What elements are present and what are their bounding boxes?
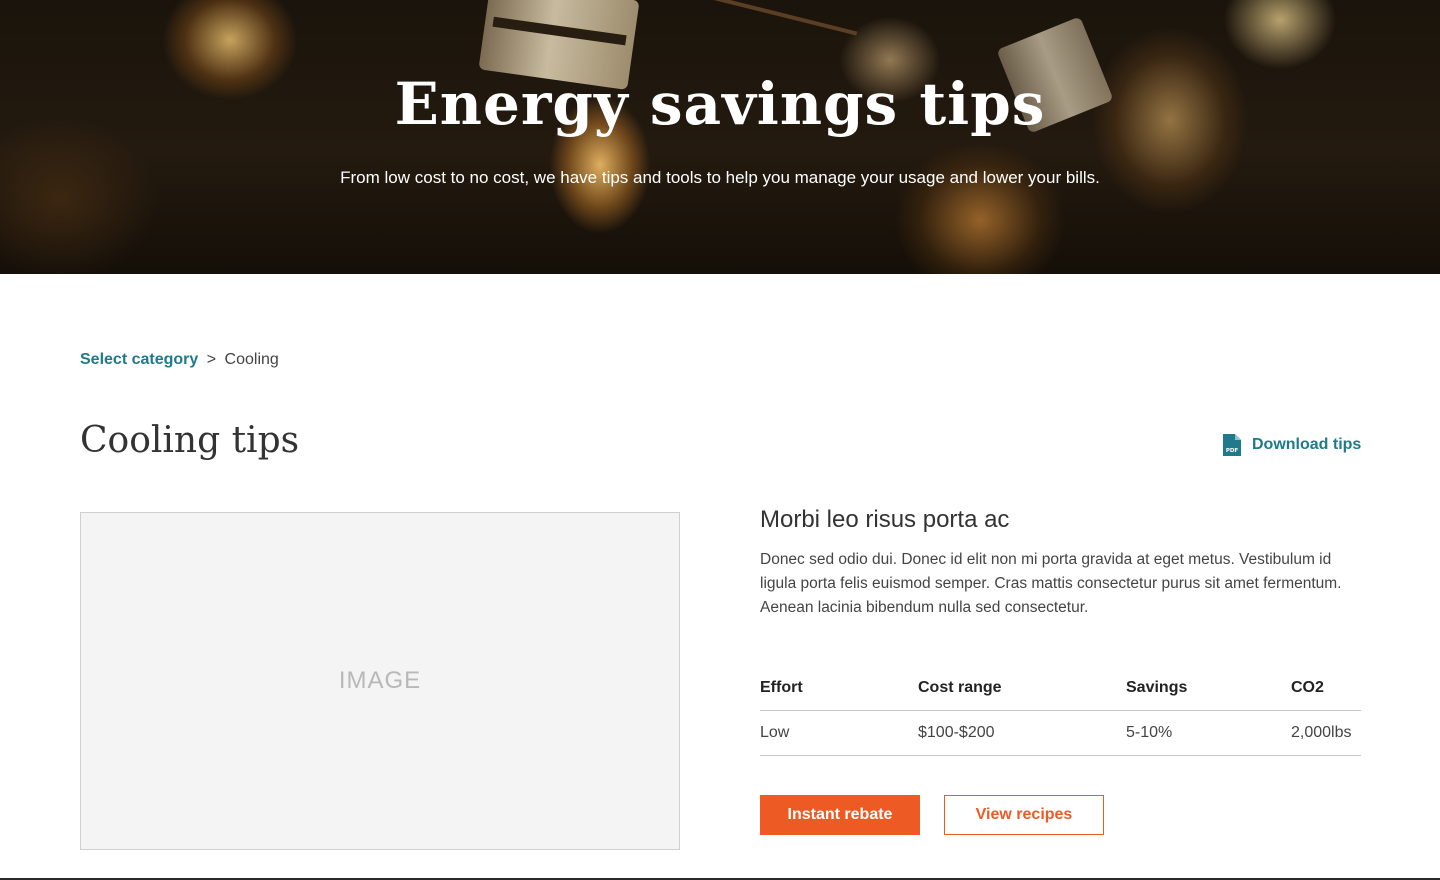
page-title: Cooling tips — [80, 420, 300, 461]
image-placeholder: IMAGE — [80, 512, 680, 850]
table-header-savings: Savings — [1126, 666, 1291, 711]
table-cell-cost-range: $100-$200 — [918, 710, 1126, 756]
table-cell-effort: Low — [760, 710, 918, 756]
view-recipes-button[interactable]: View recipes — [944, 795, 1104, 835]
hero-subtitle: From low cost to no cost, we have tips a… — [340, 168, 1100, 187]
breadcrumb-separator: > — [206, 351, 217, 368]
hero-title: Energy savings tips — [394, 70, 1046, 138]
download-tips-link[interactable]: PDF Download tips — [1222, 433, 1361, 457]
tip-stats-table: Effort Cost range Savings CO2 Low $100-$… — [760, 666, 1361, 756]
pdf-file-icon: PDF — [1222, 433, 1242, 457]
hero-banner: Energy savings tips From low cost to no … — [0, 0, 1440, 274]
breadcrumb-select-category-link[interactable]: Select category — [80, 351, 198, 368]
table-row: Low $100-$200 5-10% 2,000lbs — [760, 710, 1361, 756]
tip-heading: Morbi leo risus porta ac — [760, 506, 1010, 533]
tip-body: Donec sed odio dui. Donec id elit non mi… — [760, 551, 1342, 616]
table-cell-savings: 5-10% — [1126, 710, 1291, 756]
pdf-icon-text: PDF — [1226, 448, 1239, 454]
image-placeholder-label: IMAGE — [338, 667, 422, 694]
table-header-co2: CO2 — [1291, 666, 1361, 711]
hero-wire-decoration — [642, 0, 858, 36]
breadcrumb-current: Cooling — [224, 351, 279, 368]
download-tips-label: Download tips — [1252, 436, 1362, 453]
instant-rebate-button[interactable]: Instant rebate — [760, 795, 920, 835]
table-cell-co2: 2,000lbs — [1291, 710, 1361, 756]
table-header-effort: Effort — [760, 666, 918, 711]
table-header-row: Effort Cost range Savings CO2 — [760, 666, 1361, 711]
table-header-cost-range: Cost range — [918, 666, 1126, 711]
breadcrumb: Select category > Cooling — [80, 351, 279, 369]
